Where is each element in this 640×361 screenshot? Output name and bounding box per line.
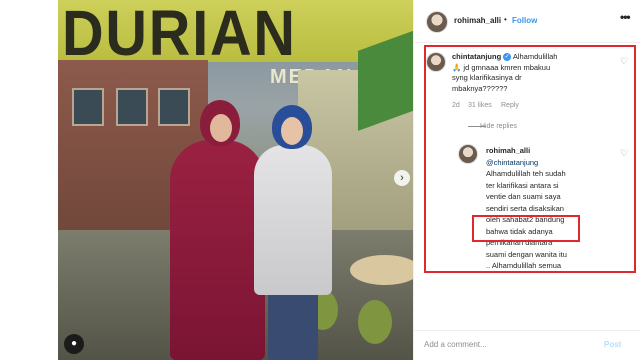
durian-decoration [358, 300, 392, 344]
separator-dot: • [504, 15, 507, 24]
profile-badge-icon[interactable]: ● [64, 334, 84, 354]
mural-window [116, 88, 148, 126]
comments-panel: rohimah_alli • Follow ••• chintatanjung ✓… [413, 0, 640, 360]
post-header: rohimah_alli • Follow ••• [414, 0, 640, 43]
person-left [170, 100, 265, 360]
avatar[interactable] [426, 11, 448, 33]
add-comment-input[interactable]: Add a comment... [424, 340, 487, 349]
comment-composer: Add a comment... Post [414, 330, 640, 361]
more-options-icon[interactable]: ••• [620, 10, 631, 24]
post-button[interactable]: Post [604, 340, 621, 349]
post-photo: DURIAN MEDAN [58, 0, 413, 360]
follow-button[interactable]: Follow [512, 16, 537, 25]
person-right [254, 105, 334, 360]
next-photo-button[interactable]: › [394, 170, 410, 186]
highlight-box-inner [472, 215, 580, 242]
mural-window [72, 88, 104, 126]
round-table [350, 255, 413, 285]
header-username[interactable]: rohimah_alli [454, 16, 501, 25]
